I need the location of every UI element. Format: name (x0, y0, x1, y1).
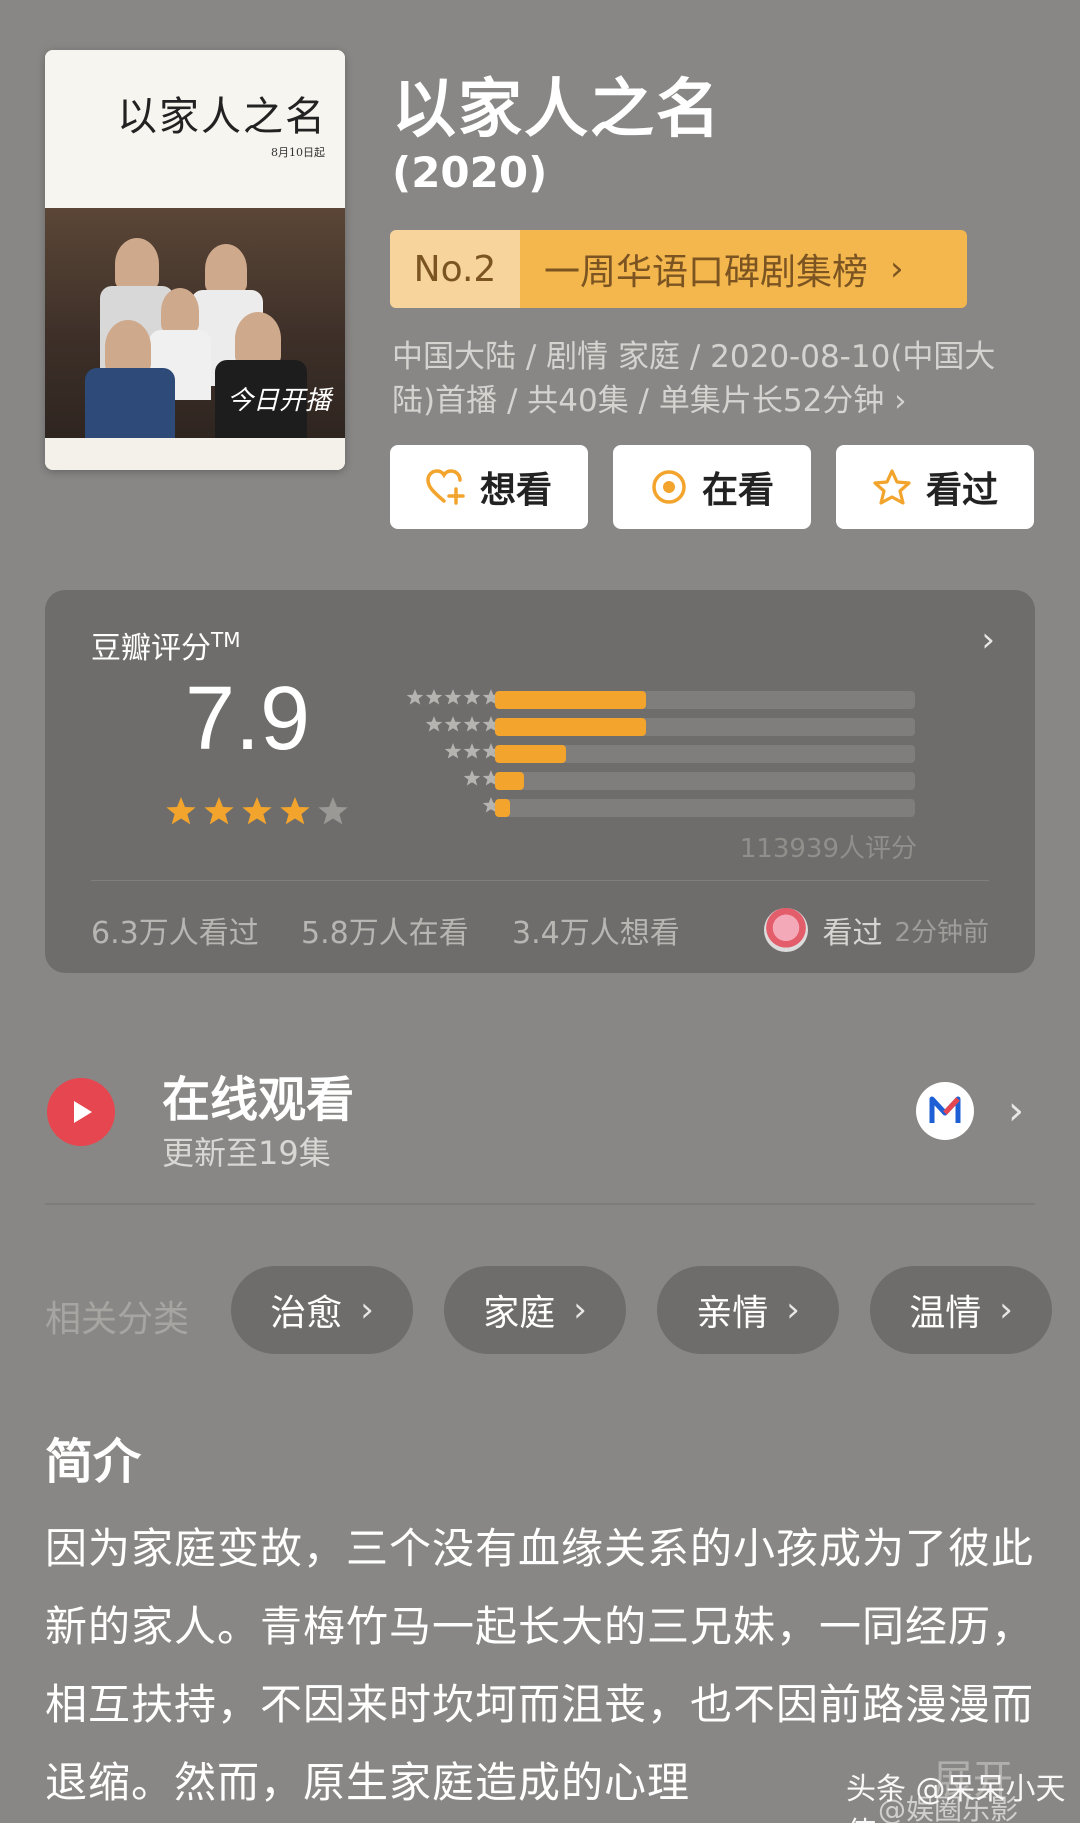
rating-bar-track (495, 745, 915, 763)
star-filled-icon (203, 795, 235, 831)
poster-caption-text: 今日开播 (226, 386, 331, 416)
poster-title-text: 以家人之名 (117, 94, 327, 140)
star-filled-icon (241, 795, 273, 831)
chevron-right-icon: › (999, 1290, 1013, 1330)
watching-button[interactable]: 在看 (613, 445, 811, 529)
avatar (764, 908, 809, 952)
online-watch-title[interactable]: 在线观看 (162, 1060, 354, 1130)
related-categories-label: 相关分类 (45, 1299, 190, 1340)
chevron-right-icon: › (981, 620, 995, 660)
friend-status: 看过 (822, 916, 883, 951)
rank-number: No.2 (390, 230, 520, 308)
rating-bar-fill (495, 718, 647, 736)
rating-count: 113939人评分 (739, 834, 917, 864)
rating-bar-track (495, 718, 915, 736)
tag-chip-warmth[interactable]: 温情 › (870, 1266, 1052, 1354)
star-outline-icon (872, 468, 912, 506)
play-button[interactable] (47, 1078, 115, 1146)
poster-image[interactable]: 以家人之名 8月10日起 今日开播 (45, 50, 345, 470)
chevron-right-icon: › (360, 1290, 374, 1330)
tag-label: 温情 (909, 1293, 982, 1334)
watched-count: 6.3万人看过 (91, 916, 259, 951)
rating-label: 豆瓣评分TM (91, 623, 240, 667)
star-filled-icon (165, 795, 197, 831)
tag-label: 亲情 (696, 1293, 769, 1334)
star-row-icon (425, 715, 500, 733)
rating-bar-1-star (375, 796, 935, 823)
rating-distribution (375, 688, 935, 823)
online-watch-subtitle: 更新至19集 (162, 1134, 331, 1172)
rating-bar-track (495, 691, 915, 709)
rating-bar-fill (495, 691, 647, 709)
rating-bar-fill (495, 799, 510, 817)
rating-bar-5-star (375, 688, 935, 715)
rank-list-name: 一周华语口碑剧集榜 › (520, 230, 967, 308)
chevron-right-icon: › (573, 1290, 587, 1330)
rating-bar-2-star (375, 769, 935, 796)
rating-bar-track (495, 799, 915, 817)
divider (45, 1203, 1035, 1205)
rating-label-text: 豆瓣评分 (91, 631, 211, 666)
intro-heading: 简介 (45, 1434, 142, 1490)
rating-bar-fill (495, 772, 525, 790)
show-title: 以家人之名 (392, 73, 722, 147)
chevron-right-icon: › (786, 1290, 800, 1330)
friend-time: 2分钟前 (894, 917, 989, 948)
star-row-icon (406, 688, 500, 706)
divider (91, 880, 989, 881)
want-to-watch-label: 想看 (479, 470, 552, 511)
score-stars (165, 795, 349, 831)
watching-count: 5.8万人在看 (301, 916, 469, 951)
play-icon (74, 1101, 92, 1123)
tag-chip-kinship[interactable]: 亲情 › (657, 1266, 839, 1354)
chevron-right-icon[interactable]: › (1008, 1088, 1024, 1134)
poster-bottom-strip (45, 438, 345, 470)
show-meta-info[interactable]: 中国大陆 / 剧情 家庭 / 2020-08-10(中国大陆)首播 / 共40集… (392, 335, 1012, 423)
rating-card[interactable]: 豆瓣评分TM › 7.9 113939人评分 6.3万人看过 5.8万人在看 3… (45, 590, 1035, 973)
watermark-text-secondary: @娱圈乐影 (878, 1793, 1019, 1823)
trademark-mark: TM (211, 628, 241, 652)
show-year: (2020) (392, 148, 548, 197)
rating-score: 7.9 (185, 669, 311, 769)
rating-bar-fill (495, 745, 567, 763)
watching-label: 在看 (701, 470, 774, 511)
rank-list-label: 一周华语口碑剧集榜 (544, 252, 869, 293)
chevron-right-icon: › (890, 249, 904, 289)
heart-plus-icon (426, 469, 466, 505)
tag-chip-healing[interactable]: 治愈 › (231, 1266, 413, 1354)
want-count: 3.4万人想看 (512, 916, 680, 951)
friend-activity[interactable]: 看过 2分钟前 (764, 908, 989, 952)
rating-bar-3-star (375, 742, 935, 769)
tag-chip-family[interactable]: 家庭 › (444, 1266, 626, 1354)
star-empty-icon (317, 795, 349, 831)
tag-label: 治愈 (270, 1293, 343, 1334)
poster-date-text: 8月10日起 (271, 146, 325, 159)
star-filled-icon (279, 795, 311, 831)
tag-label: 家庭 (483, 1293, 556, 1334)
want-to-watch-button[interactable]: 想看 (390, 445, 588, 529)
rating-bar-track (495, 772, 915, 790)
star-row-icon (444, 742, 500, 760)
target-circle-icon (650, 468, 688, 506)
watched-label: 看过 (925, 470, 998, 511)
provider-logo-icon[interactable] (916, 1082, 974, 1140)
rating-bar-4-star (375, 715, 935, 742)
watched-button[interactable]: 看过 (836, 445, 1034, 529)
rank-banner[interactable]: No.2 一周华语口碑剧集榜 › (390, 230, 967, 308)
